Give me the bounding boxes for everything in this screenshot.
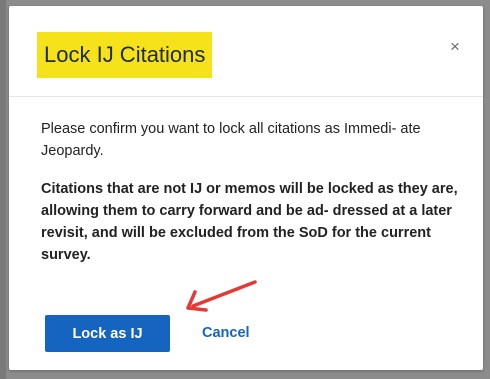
close-icon[interactable]: × [445,36,465,56]
title-highlight: Lock IJ Citations [37,32,213,78]
page-backdrop [0,0,6,379]
confirm-message: Please confirm you want to lock all cita… [41,121,421,159]
lock-ij-dialog: Lock IJ Citations × Please confirm you w… [9,6,483,370]
lock-as-ij-button[interactable]: Lock as IJ [45,315,170,352]
red-arrow-icon [186,280,257,312]
dialog-title: Lock IJ Citations [44,42,206,67]
dialog-body: Please confirm you want to lock all cita… [41,118,461,266]
cancel-button[interactable]: Cancel [202,324,250,342]
header-divider [9,96,483,97]
warning-message: Citations that are not IJ or memos will … [41,181,458,263]
